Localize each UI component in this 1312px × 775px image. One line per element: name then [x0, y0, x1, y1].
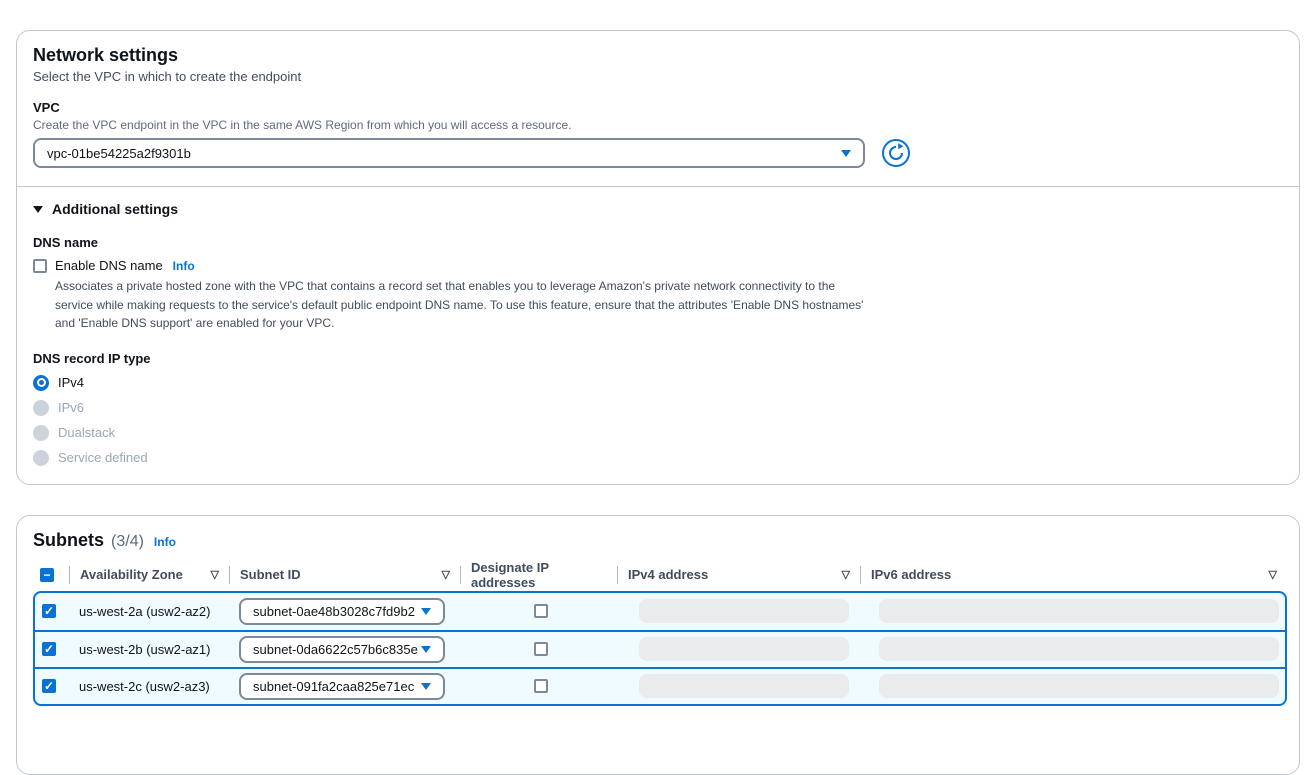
- dns-record-ip-type-label: DNS record IP type: [33, 351, 1283, 366]
- subnets-table-body: ✓ us-west-2a (usw2-az2) subnet-0ae48b302…: [33, 591, 1287, 706]
- refresh-button[interactable]: [881, 138, 911, 168]
- radio-label-service-defined: Service defined: [58, 450, 148, 465]
- row-checkbox[interactable]: ✓: [42, 679, 56, 693]
- radio-disabled-icon: [33, 400, 49, 416]
- additional-settings-title: Additional settings: [52, 201, 178, 217]
- chevron-down-icon: [421, 683, 431, 690]
- table-row: ✓ us-west-2b (usw2-az1) subnet-0da6622c5…: [35, 630, 1285, 667]
- additional-settings-toggle[interactable]: Additional settings: [33, 201, 1283, 217]
- table-header: − Availability Zone ▽ Subnet ID ▽ Design…: [33, 559, 1287, 591]
- availability-zone-cell: us-west-2b (usw2-az1): [71, 642, 231, 657]
- ipv6-address-input: [879, 637, 1279, 661]
- availability-zone-cell: us-west-2a (usw2-az2): [71, 604, 231, 619]
- table-row: ✓ us-west-2a (usw2-az2) subnet-0ae48b302…: [35, 593, 1285, 630]
- triangle-down-icon: [33, 206, 43, 213]
- subnet-id-select[interactable]: subnet-091fa2caa825e71ec: [239, 673, 445, 700]
- refresh-icon: [881, 156, 911, 171]
- ipv6-address-input: [879, 599, 1279, 623]
- availability-zone-cell: us-west-2c (usw2-az3): [71, 679, 231, 694]
- sort-icon[interactable]: ▽: [211, 568, 219, 581]
- column-availability-zone: Availability Zone: [80, 567, 183, 582]
- chevron-down-icon: [421, 646, 431, 653]
- radio-disabled-icon: [33, 425, 49, 441]
- sort-icon[interactable]: ▽: [1269, 568, 1277, 581]
- sort-icon[interactable]: ▽: [842, 568, 850, 581]
- radio-selected-icon[interactable]: [33, 375, 49, 391]
- enable-dns-name-checkbox[interactable]: [33, 259, 47, 273]
- column-ipv6-address: IPv6 address: [871, 567, 951, 582]
- designate-ip-checkbox[interactable]: [534, 642, 548, 656]
- subnets-count: (3/4): [111, 533, 144, 551]
- chevron-down-icon: [841, 150, 851, 157]
- radio-label-dualstack: Dualstack: [58, 425, 115, 440]
- designate-ip-checkbox[interactable]: [534, 679, 548, 693]
- dns-name-label: DNS name: [33, 235, 1283, 250]
- subnets-panel: Subnets (3/4) Info − Availability Zone ▽…: [16, 515, 1300, 775]
- ipv6-address-input: [879, 674, 1279, 698]
- column-subnet-id: Subnet ID: [240, 567, 301, 582]
- vpc-label: VPC: [33, 100, 1283, 115]
- page-title: Network settings: [33, 45, 1283, 66]
- dns-name-description: Associates a private hosted zone with th…: [55, 277, 867, 333]
- chevron-down-icon: [421, 608, 431, 615]
- column-designate-ip: Designate IP addresses: [471, 560, 607, 590]
- table-row: ✓ us-west-2c (usw2-az3) subnet-091fa2caa…: [35, 667, 1285, 704]
- ipv4-address-input: [639, 674, 849, 698]
- panel-subtitle: Select the VPC in which to create the en…: [33, 69, 1283, 84]
- subnet-id-select[interactable]: subnet-0ae48b3028c7fd9b2: [239, 598, 445, 625]
- network-settings-panel: Network settings Select the VPC in which…: [16, 30, 1300, 485]
- row-checkbox[interactable]: ✓: [42, 642, 56, 656]
- vpc-select[interactable]: vpc-01be54225a2f9301b: [33, 138, 865, 168]
- dns-name-info-link[interactable]: Info: [173, 259, 195, 273]
- radio-label-ipv6: IPv6: [58, 400, 84, 415]
- subnet-id-value: subnet-0ae48b3028c7fd9b2: [253, 604, 415, 619]
- subnet-id-value: subnet-0da6622c57b6c835e: [253, 642, 418, 657]
- radio-option-ipv4[interactable]: IPv4: [33, 375, 1283, 391]
- enable-dns-name-label: Enable DNS name: [55, 258, 163, 273]
- subnets-info-link[interactable]: Info: [154, 535, 176, 549]
- radio-option-ipv6: IPv6: [33, 400, 1283, 416]
- ipv4-address-input: [639, 599, 849, 623]
- radio-option-service-defined: Service defined: [33, 450, 1283, 466]
- radio-label-ipv4: IPv4: [58, 375, 84, 390]
- vpc-select-value: vpc-01be54225a2f9301b: [47, 146, 191, 161]
- select-all-checkbox[interactable]: −: [40, 568, 54, 582]
- subnets-title: Subnets: [33, 530, 104, 551]
- subnet-id-value: subnet-091fa2caa825e71ec: [253, 679, 414, 694]
- ipv4-address-input: [639, 637, 849, 661]
- subnet-id-select[interactable]: subnet-0da6622c57b6c835e: [239, 636, 445, 663]
- column-ipv4-address: IPv4 address: [628, 567, 708, 582]
- sort-icon[interactable]: ▽: [442, 568, 450, 581]
- row-checkbox[interactable]: ✓: [42, 604, 56, 618]
- vpc-description: Create the VPC endpoint in the VPC in th…: [33, 118, 1283, 132]
- radio-option-dualstack: Dualstack: [33, 425, 1283, 441]
- radio-disabled-icon: [33, 450, 49, 466]
- designate-ip-checkbox[interactable]: [534, 604, 548, 618]
